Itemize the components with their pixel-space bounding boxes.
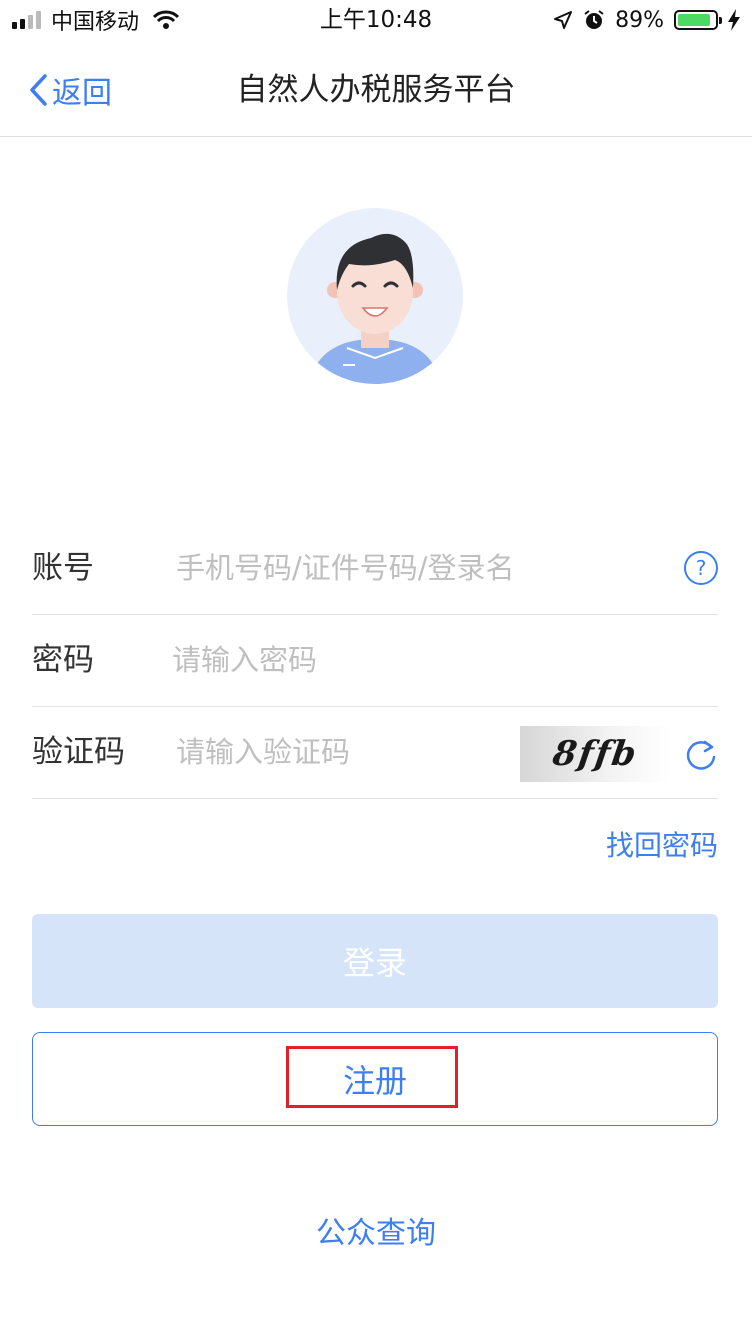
page-title: 自然人办税服务平台 (236, 72, 516, 108)
charging-bolt-icon (728, 9, 740, 31)
battery-icon (674, 10, 722, 30)
captcha-label: 验证码 (32, 734, 125, 770)
public-query-link[interactable]: 公众查询 (0, 1208, 752, 1252)
captcha-input[interactable] (176, 728, 506, 776)
captcha-row: 验证码 8ffb (32, 706, 718, 799)
captcha-image[interactable]: 8ffb (520, 726, 670, 782)
password-label: 密码 (32, 642, 94, 678)
help-icon[interactable]: ? (684, 551, 718, 585)
user-avatar-icon (309, 233, 441, 384)
password-input[interactable] (172, 636, 712, 684)
alarm-clock-icon (584, 10, 604, 29)
avatar (287, 208, 463, 384)
battery-percent: 89% (615, 7, 664, 33)
refresh-icon[interactable] (684, 738, 718, 772)
login-button[interactable]: 登录 (32, 914, 718, 1008)
status-right: 89% (553, 6, 740, 34)
account-input[interactable] (176, 544, 656, 592)
password-row: 密码 (32, 614, 718, 707)
captcha-text: 8ffb (549, 734, 641, 774)
status-bar: 中国移动 上午10:48 89% (0, 0, 752, 40)
nav-bar: 返回 自然人办税服务平台 (0, 40, 752, 137)
register-button[interactable]: 注册 (32, 1032, 718, 1126)
account-row: 账号 ? (32, 522, 718, 615)
forgot-password-link[interactable]: 找回密码 (606, 824, 718, 864)
location-arrow-icon (554, 11, 573, 29)
account-label: 账号 (32, 550, 94, 586)
battery-fill (678, 14, 711, 26)
